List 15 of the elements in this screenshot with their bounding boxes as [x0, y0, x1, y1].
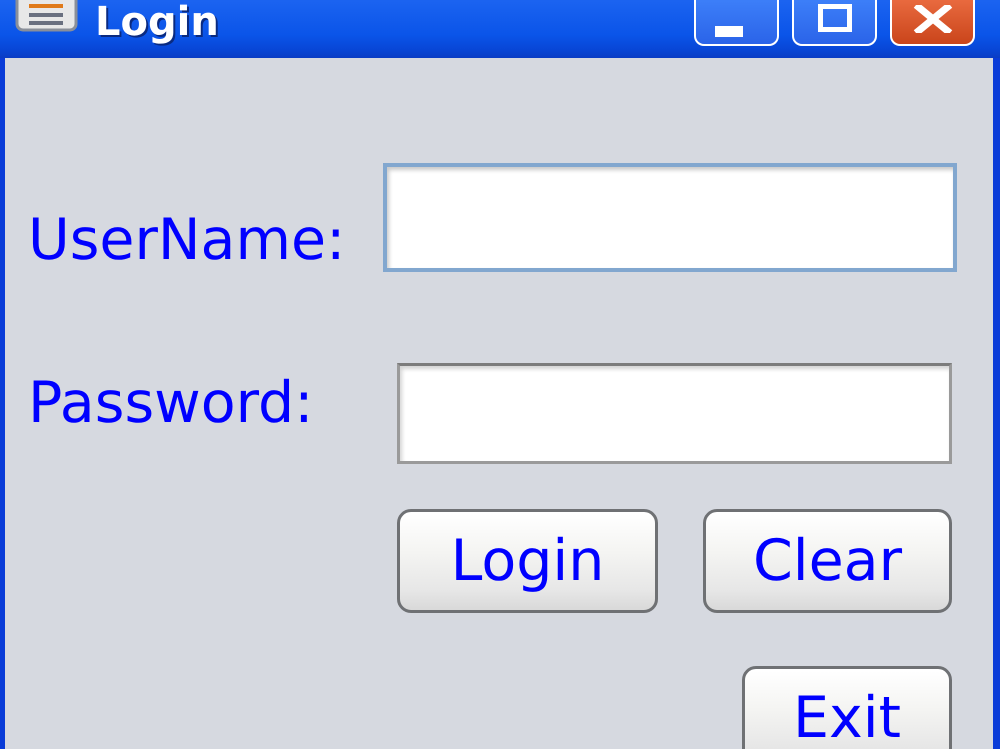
close-icon — [912, 5, 952, 33]
document-icon — [15, 0, 78, 32]
field-label: Password: — [28, 370, 314, 436]
maximize-button[interactable] — [792, 0, 877, 46]
field-label: UserName: — [28, 207, 346, 273]
minimize-button[interactable] — [694, 0, 779, 46]
input-field[interactable] — [383, 163, 957, 272]
input-field[interactable] — [397, 363, 952, 464]
close-button[interactable] — [890, 0, 975, 46]
dialog-button[interactable]: Clear — [703, 509, 952, 613]
dialog-button[interactable]: Exit — [742, 666, 952, 749]
dialog-button[interactable]: Login — [397, 509, 658, 613]
maximize-icon — [818, 4, 852, 32]
minimize-icon — [714, 26, 742, 36]
window-title: Login — [95, 0, 219, 44]
